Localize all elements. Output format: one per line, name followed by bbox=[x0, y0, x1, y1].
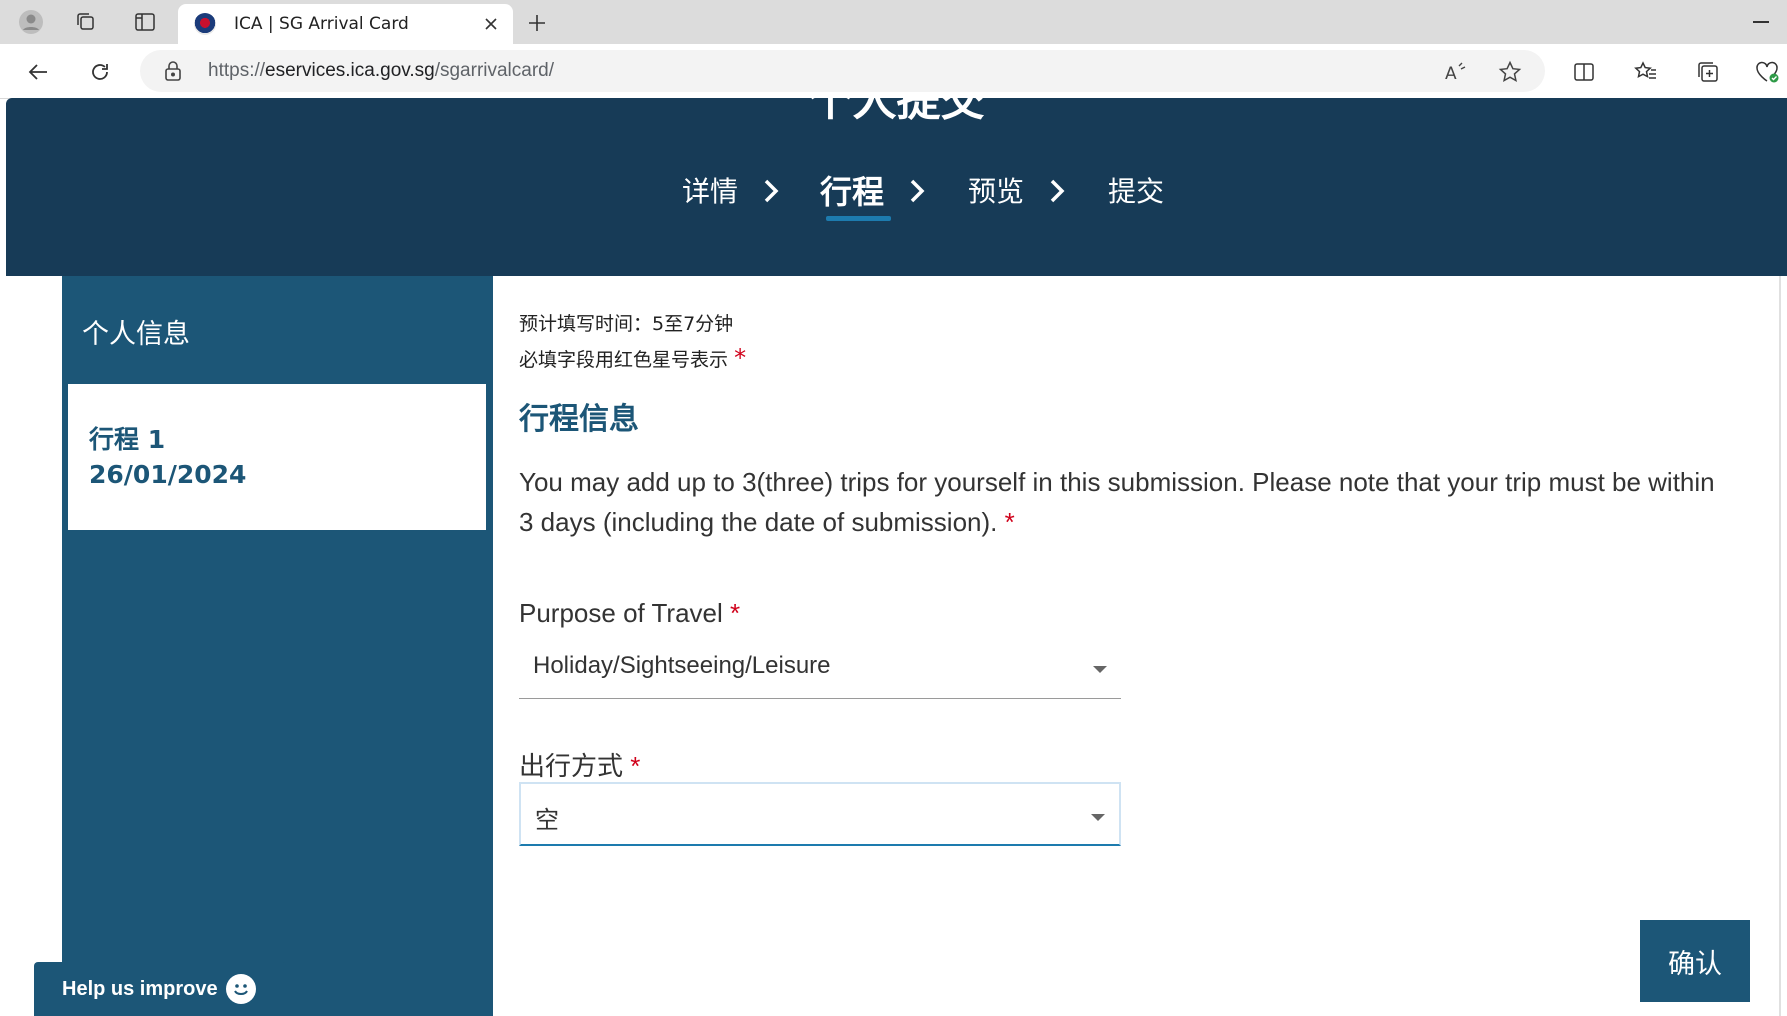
confirm-button[interactable]: 确认 bbox=[1640, 920, 1750, 1002]
new-tab-button[interactable] bbox=[524, 10, 550, 36]
step-preview: 预览 bbox=[968, 175, 1025, 208]
required-note: 必填字段用红色星号表示 * bbox=[519, 344, 746, 372]
trip-notice: You may add up to 3(three) trips for you… bbox=[519, 462, 1719, 542]
browser-essentials-icon[interactable] bbox=[1752, 56, 1784, 88]
travel-mode-label-text: 出行方式 bbox=[519, 751, 624, 781]
back-button[interactable] bbox=[22, 56, 54, 88]
help-us-improve-button[interactable]: Help us improve bbox=[34, 962, 286, 1016]
purpose-label-text: Purpose of Travel bbox=[519, 598, 723, 628]
step-details: 详情 bbox=[682, 175, 739, 208]
trip-card-title: 行程 1 bbox=[89, 425, 166, 454]
split-screen-icon[interactable] bbox=[1568, 56, 1600, 88]
step-itinerary: 行程 bbox=[820, 173, 885, 211]
lock-icon[interactable] bbox=[164, 60, 182, 86]
required-asterisk: * bbox=[730, 598, 741, 628]
required-asterisk: * bbox=[734, 344, 747, 372]
ica-favicon-icon bbox=[194, 13, 216, 35]
dropdown-caret-icon bbox=[1091, 814, 1105, 821]
smiley-face-icon bbox=[226, 974, 256, 1004]
page-title: 个人提交 bbox=[808, 98, 985, 126]
required-asterisk: * bbox=[630, 751, 641, 781]
collections-icon[interactable] bbox=[1692, 56, 1724, 88]
tab-title: ICA | SG Arrival Card bbox=[234, 14, 409, 34]
required-asterisk: * bbox=[1004, 507, 1015, 537]
url-text[interactable]: https://eservices.ica.gov.sg/sgarrivalca… bbox=[208, 60, 554, 82]
travel-mode-label: 出行方式 * bbox=[519, 746, 640, 783]
help-us-improve-label: Help us improve bbox=[62, 978, 218, 1000]
travel-mode-select-value: 空 bbox=[535, 807, 559, 834]
browser-nav-bar: https://eservices.ica.gov.sg/sgarrivalca… bbox=[0, 44, 1787, 99]
active-step-indicator bbox=[826, 216, 891, 221]
refresh-button[interactable] bbox=[84, 56, 116, 88]
address-bar[interactable]: https://eservices.ica.gov.sg/sgarrivalca… bbox=[140, 50, 1545, 92]
read-aloud-icon[interactable]: A bbox=[1443, 59, 1469, 85]
section-title: 行程信息 bbox=[519, 402, 639, 437]
step-submit: 提交 bbox=[1108, 175, 1165, 208]
dropdown-caret-icon bbox=[1093, 666, 1107, 673]
chevron-right-icon bbox=[910, 179, 925, 203]
chevron-right-icon bbox=[764, 179, 779, 203]
purpose-select-value: Holiday/Sightseeing/Leisure bbox=[533, 652, 831, 679]
required-note-text: 必填字段用红色星号表示 bbox=[519, 349, 729, 371]
svg-text:A: A bbox=[1445, 64, 1457, 83]
purpose-select[interactable]: Holiday/Sightseeing/Leisure bbox=[519, 638, 1121, 699]
profile-icon[interactable] bbox=[17, 8, 45, 36]
travel-mode-select[interactable]: 空 bbox=[519, 782, 1121, 846]
favorites-icon[interactable] bbox=[1630, 56, 1662, 88]
trip-card-date: 26/01/2024 bbox=[89, 460, 247, 489]
page-header: 个人提交 详情 行程 预览 提交 bbox=[6, 98, 1787, 276]
minimize-window-icon[interactable] bbox=[1753, 21, 1769, 23]
close-tab-icon[interactable] bbox=[479, 12, 503, 36]
browser-tab-bar: ICA | SG Arrival Card bbox=[0, 0, 1787, 44]
sidebar: 个人信息 行程 1 26/01/2024 bbox=[62, 276, 493, 1016]
browser-tab-active[interactable]: ICA | SG Arrival Card bbox=[178, 4, 513, 44]
favorite-star-icon[interactable] bbox=[1497, 59, 1523, 85]
trip-card[interactable]: 行程 1 26/01/2024 bbox=[68, 384, 486, 530]
workspaces-icon[interactable] bbox=[72, 8, 100, 36]
vertical-tabs-icon[interactable] bbox=[131, 8, 159, 36]
trip-notice-text: You may add up to 3(three) trips for you… bbox=[519, 467, 1715, 537]
estimated-time-text: 预计填写时间：5至7分钟 bbox=[519, 313, 734, 335]
content-right-border bbox=[1779, 276, 1781, 1016]
trip-form: 预计填写时间：5至7分钟 必填字段用红色星号表示 * 行程信息 You may … bbox=[519, 276, 1769, 1016]
sidebar-heading[interactable]: 个人信息 bbox=[82, 312, 190, 351]
purpose-label: Purpose of Travel * bbox=[519, 598, 740, 629]
progress-steps: 详情 行程 预览 提交 bbox=[6, 170, 1787, 230]
chevron-right-icon bbox=[1050, 179, 1065, 203]
